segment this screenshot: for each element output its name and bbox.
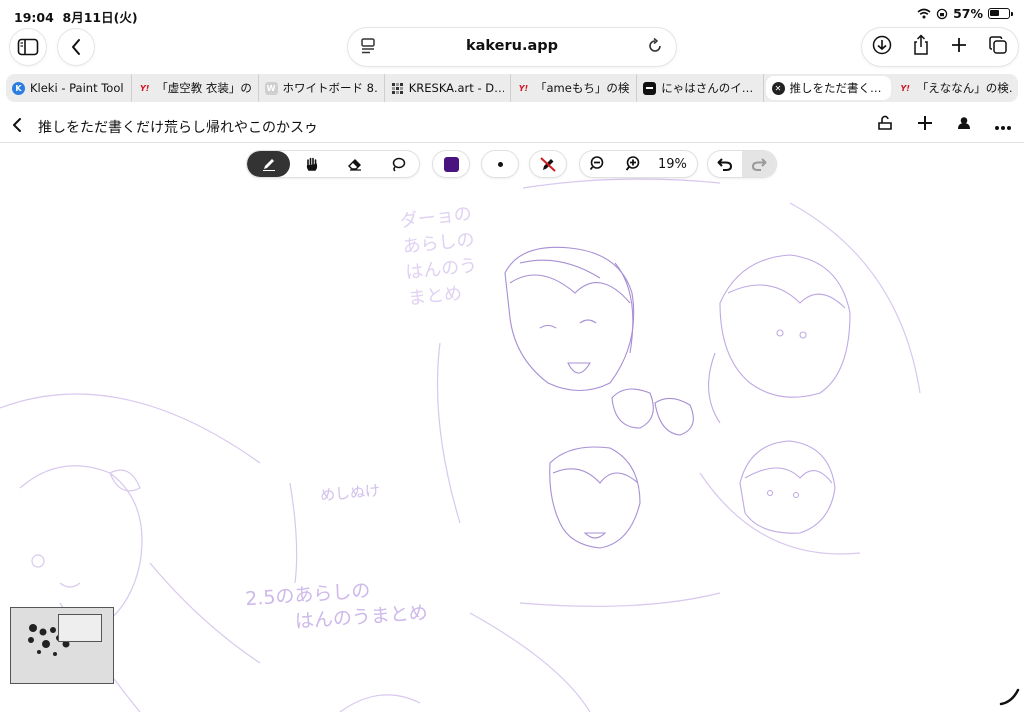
current-color-swatch — [443, 156, 459, 172]
kleki-icon: K — [12, 81, 25, 95]
download-button[interactable] — [872, 35, 892, 59]
redo-button[interactable] — [742, 151, 776, 177]
yahoo-icon: Y! — [518, 83, 529, 93]
lasso-icon — [392, 157, 405, 172]
chevron-left-icon — [13, 118, 21, 132]
hand-icon — [306, 157, 317, 171]
more-icon — [995, 125, 1011, 130]
url-domain[interactable]: kakeru.app — [348, 38, 676, 54]
tab-kreska[interactable]: KRESKA.art - D… — [385, 74, 511, 102]
redo-icon — [751, 158, 767, 171]
canvas-note-group-1: ダーョの あらしの はんのう まとめ — [399, 202, 481, 313]
page-title: 推しをただ書くだけ荒らし帰れやこのかスゥ — [38, 120, 318, 136]
resize-handle-icon[interactable] — [998, 686, 1022, 708]
tab-yahoo-1[interactable]: Y! 「虚空教 衣装」の… — [132, 74, 259, 102]
kreska-icon — [391, 82, 404, 95]
new-tab-button[interactable] — [950, 36, 968, 58]
pen-icon — [262, 159, 275, 171]
stabilizer-toggle-button[interactable] — [530, 151, 566, 177]
tab-nyaha[interactable]: にゃはさんのイ… — [637, 74, 764, 102]
zoom-out-button[interactable] — [580, 151, 615, 177]
yahoo-icon: Y! — [140, 83, 150, 93]
reload-button[interactable] — [646, 37, 664, 59]
brush-size-button[interactable] — [482, 151, 518, 177]
pen-tool-button[interactable] — [247, 151, 290, 177]
page-header: 推しをただ書くだけ荒らし帰れやこのかスゥ — [0, 110, 1024, 143]
more-button[interactable] — [994, 116, 1012, 135]
chevron-left-icon — [72, 39, 80, 55]
close-tab-icon[interactable]: ✕ — [771, 81, 785, 95]
undo-icon — [717, 158, 733, 171]
page-back-button[interactable] — [10, 116, 24, 138]
status-bar: 19:04 8月11日(火) 57% — [0, 0, 1024, 28]
drawing-canvas[interactable] — [0, 143, 1024, 712]
eraser-icon — [347, 159, 361, 171]
tabs-icon — [989, 36, 1007, 54]
eraser-tool-button[interactable] — [333, 151, 376, 177]
share-icon — [914, 34, 928, 55]
user-button[interactable] — [956, 115, 972, 135]
minimap-viewport[interactable] — [58, 614, 102, 642]
tab-bar: K Kleki - Paint Tool Y! 「虚空教 衣装」の… W ホワイ… — [6, 74, 1018, 102]
unlock-button[interactable] — [876, 114, 894, 136]
back-button[interactable] — [58, 29, 94, 65]
tab-whiteboard[interactable]: W ホワイトボード 8… — [259, 74, 385, 102]
reload-icon — [649, 37, 661, 52]
zoom-level: 19% — [658, 156, 687, 172]
sidebar-icon — [17, 38, 39, 56]
sidebar-toggle-button[interactable] — [10, 29, 46, 65]
url-bar[interactable]: kakeru.app — [348, 28, 676, 66]
tool-group — [247, 151, 419, 177]
yahoo-icon: Y! — [900, 83, 910, 93]
battery-percent: 57% — [953, 6, 983, 21]
browser-actions — [862, 28, 1018, 66]
wifi-icon — [917, 8, 931, 19]
status-date: 8月11日(火) — [62, 10, 138, 25]
w-icon: W — [264, 81, 278, 95]
orientation-lock-icon — [936, 8, 948, 19]
color-picker-button[interactable] — [433, 151, 469, 177]
canvas-minimap[interactable] — [10, 607, 114, 684]
tab-overview-button[interactable] — [988, 35, 1008, 59]
tab-yahoo-2[interactable]: Y! 「ameもち」の検… — [511, 74, 638, 102]
zoom-in-button[interactable] — [615, 151, 650, 177]
status-time: 19:04 — [14, 10, 54, 25]
tab-active-oshi[interactable]: ✕ 推しをただ書く… — [765, 76, 891, 100]
zoom-out-icon — [589, 156, 603, 171]
share-button[interactable] — [912, 34, 930, 60]
add-button[interactable] — [916, 114, 934, 136]
unlock-icon — [878, 115, 892, 130]
zoom-in-icon — [625, 156, 639, 171]
hand-tool-button[interactable] — [290, 151, 333, 177]
lasso-tool-button[interactable] — [376, 151, 419, 177]
nyaha-icon — [643, 81, 657, 95]
plus-icon — [952, 38, 966, 52]
user-icon — [958, 117, 970, 129]
undo-button[interactable] — [708, 151, 742, 177]
history-group — [708, 151, 776, 177]
download-icon — [872, 35, 892, 55]
battery-icon — [988, 8, 1013, 19]
brush-size-dot — [497, 161, 503, 167]
pen-pressure-off-icon — [540, 157, 556, 172]
plus-icon — [918, 116, 932, 130]
tab-yahoo-3[interactable]: Y! 「えななん」の検… — [893, 74, 1018, 102]
zoom-group: 19% — [580, 151, 697, 177]
tab-kleki[interactable]: K Kleki - Paint Tool — [6, 74, 133, 102]
